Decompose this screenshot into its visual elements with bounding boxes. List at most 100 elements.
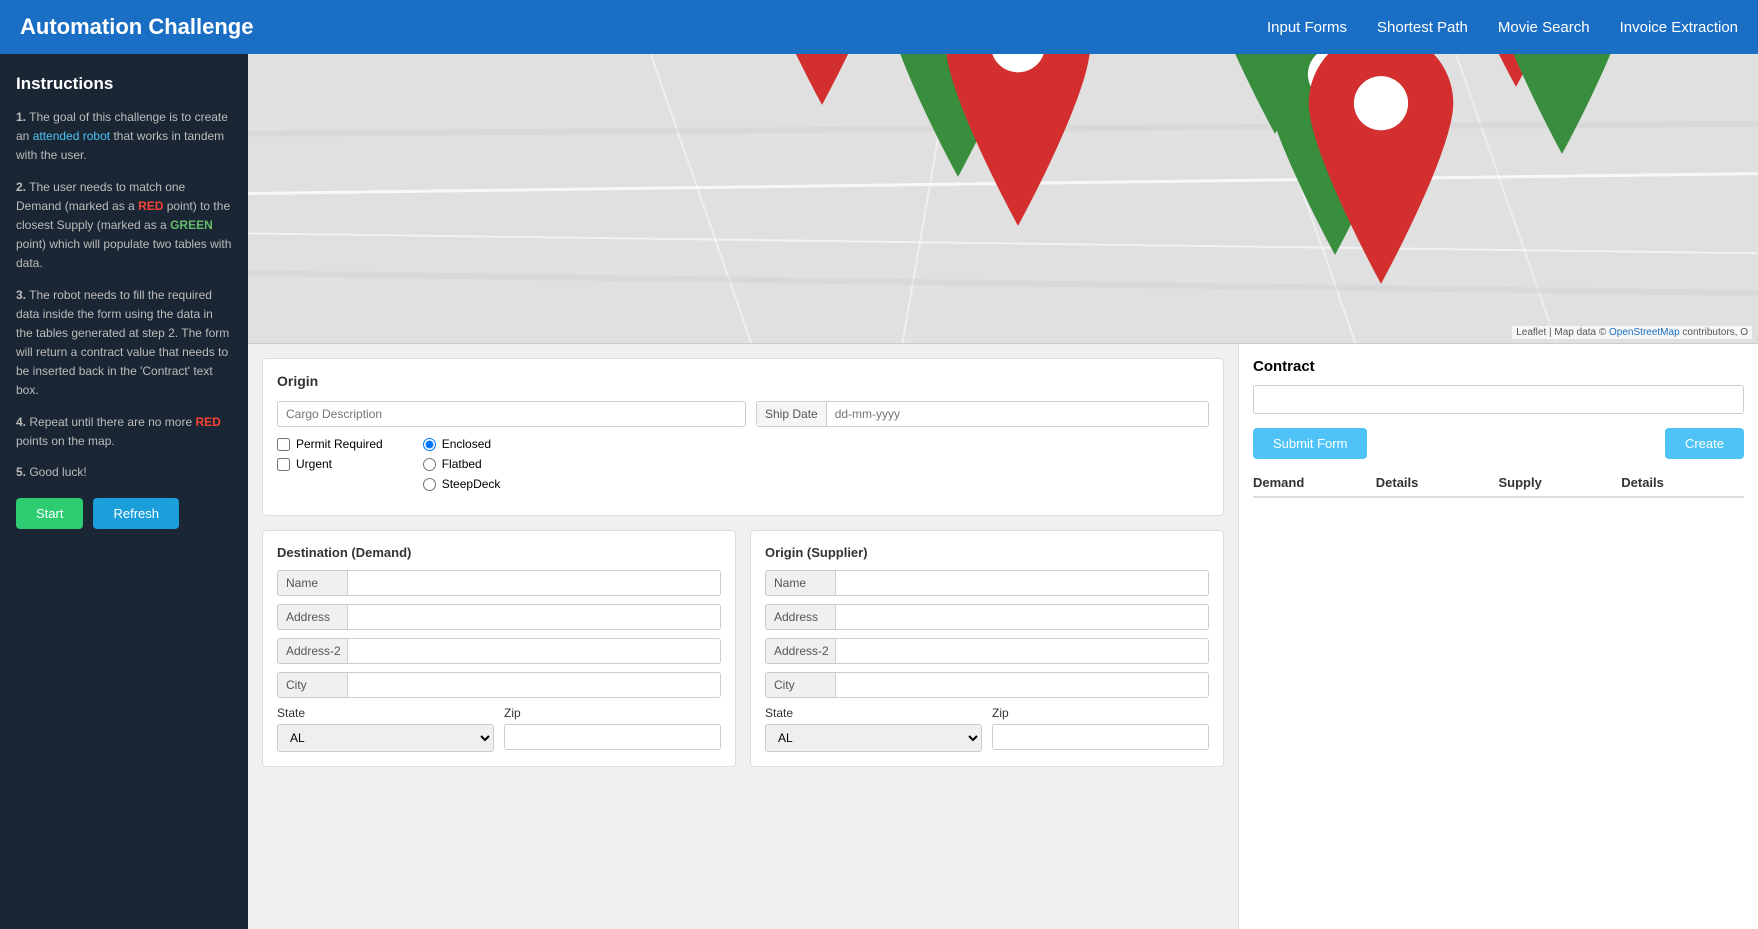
permit-checkbox-input[interactable] (277, 438, 290, 451)
supp-zip-input[interactable] (992, 724, 1209, 750)
supp-city-label: City (765, 672, 835, 698)
flatbed-label: Flatbed (442, 457, 482, 471)
dest-state-select[interactable]: AL AK AZ AR CA (277, 724, 494, 752)
map-container: Leaflet | Map data © OpenStreetMap contr… (248, 54, 1758, 344)
supp-address-label: Address (765, 604, 835, 630)
sidebar-title: Instructions (16, 74, 232, 94)
nav-movie-search[interactable]: Movie Search (1498, 19, 1590, 36)
ship-date-input[interactable] (827, 402, 1208, 426)
supp-zip-label: Zip (992, 706, 1209, 720)
content: Leaflet | Map data © OpenStreetMap contr… (248, 54, 1758, 929)
dest-zip-label: Zip (504, 706, 721, 720)
supp-city-row: City (765, 672, 1209, 698)
permit-required-checkbox[interactable]: Permit Required (277, 437, 383, 451)
main-layout: Instructions 1. The goal of this challen… (0, 54, 1758, 929)
dest-name-row: Name (277, 570, 721, 596)
instruction-4: 4. Repeat until there are no more RED po… (16, 413, 232, 451)
right-panel: Contract Submit Form Create Demand Detai… (1238, 344, 1758, 929)
col-details2-header: Details (1621, 475, 1744, 490)
contract-title: Contract (1253, 358, 1744, 375)
origin-title: Origin (277, 373, 1209, 389)
app-title: Automation Challenge (20, 14, 253, 40)
steepdeck-label: SteepDeck (442, 477, 501, 491)
supp-name-input[interactable] (835, 570, 1209, 596)
robot-highlight: robot (83, 129, 110, 143)
radio-enclosed-input[interactable] (423, 438, 436, 451)
permit-label: Permit Required (296, 437, 383, 451)
contract-input[interactable] (1253, 385, 1744, 414)
supp-state-col: State AL AK AZ AR CA (765, 706, 982, 752)
green-highlight-1: GREEN (170, 218, 213, 232)
radio-steepdeck-input[interactable] (423, 478, 436, 491)
supp-name-label: Name (765, 570, 835, 596)
dest-zip-input[interactable] (504, 724, 721, 750)
refresh-button[interactable]: Refresh (93, 498, 179, 529)
dest-address-label: Address (277, 604, 347, 630)
sidebar: Instructions 1. The goal of this challen… (0, 54, 248, 929)
supp-address2-row: Address-2 (765, 638, 1209, 664)
dest-state-col: State AL AK AZ AR CA (277, 706, 494, 752)
urgent-checkbox[interactable]: Urgent (277, 457, 383, 471)
supplier-section: Origin (Supplier) Name Address Address-2 (750, 530, 1224, 767)
red-highlight-1: RED (138, 199, 163, 213)
instruction-5: 5. Good luck! (16, 463, 232, 482)
origin-row1: Ship Date (277, 401, 1209, 427)
osm-link[interactable]: OpenStreetMap (1609, 327, 1680, 338)
radio-flatbed[interactable]: Flatbed (423, 457, 501, 471)
ship-date-label: Ship Date (757, 402, 827, 426)
col-details-header: Details (1376, 475, 1499, 490)
dest-name-label: Name (277, 570, 347, 596)
transport-radio-group: Enclosed Flatbed SteepDeck (423, 437, 501, 491)
cargo-description-input[interactable] (277, 401, 746, 427)
supp-state-zip-row: State AL AK AZ AR CA Zip (765, 706, 1209, 752)
dest-state-label: State (277, 706, 494, 720)
nav-input-forms[interactable]: Input Forms (1267, 19, 1347, 36)
supp-address2-label: Address-2 (765, 638, 835, 664)
nav-invoice-extraction[interactable]: Invoice Extraction (1620, 19, 1738, 36)
sub-sections: Destination (Demand) Name Address Addres… (262, 530, 1224, 767)
supp-zip-col: Zip (992, 706, 1209, 750)
origin-section: Origin Ship Date (262, 358, 1224, 516)
dest-address2-input[interactable] (347, 638, 721, 664)
instruction-2: 2. The user needs to match one Demand (m… (16, 178, 232, 274)
start-button[interactable]: Start (16, 498, 83, 529)
dest-zip-col: Zip (504, 706, 721, 750)
dest-city-label: City (277, 672, 347, 698)
supp-city-input[interactable] (835, 672, 1209, 698)
supp-state-select[interactable]: AL AK AZ AR CA (765, 724, 982, 752)
dest-state-zip-row: State AL AK AZ AR CA Zip (277, 706, 721, 752)
origin-row2: Permit Required Urgent Enclosed (277, 437, 1209, 491)
supp-state-label: State (765, 706, 982, 720)
destination-section: Destination (Demand) Name Address Addres… (262, 530, 736, 767)
sidebar-buttons: Start Refresh (16, 498, 232, 529)
submit-form-button[interactable]: Submit Form (1253, 428, 1367, 459)
map-background: Leaflet | Map data © OpenStreetMap contr… (248, 54, 1758, 343)
col-supply-header: Supply (1499, 475, 1622, 490)
attended-highlight: attended (33, 129, 80, 143)
supplier-title: Origin (Supplier) (765, 545, 1209, 560)
dest-city-input[interactable] (347, 672, 721, 698)
header: Automation Challenge Input Forms Shortes… (0, 0, 1758, 54)
supp-name-row: Name (765, 570, 1209, 596)
radio-enclosed[interactable]: Enclosed (423, 437, 501, 451)
right-buttons: Submit Form Create (1253, 428, 1744, 459)
map-pin-green-4[interactable] (807, 54, 1758, 190)
supp-address-input[interactable] (835, 604, 1209, 630)
instruction-3: 3. The robot needs to fill the required … (16, 286, 232, 401)
dest-name-input[interactable] (347, 570, 721, 596)
radio-steepdeck[interactable]: SteepDeck (423, 477, 501, 491)
dest-city-row: City (277, 672, 721, 698)
col-demand-header: Demand (1253, 475, 1376, 490)
checkbox-group: Permit Required Urgent (277, 437, 383, 471)
create-button[interactable]: Create (1665, 428, 1744, 459)
supp-address2-input[interactable] (835, 638, 1209, 664)
red-highlight-2: RED (195, 415, 220, 429)
forms-area: Origin Ship Date (248, 344, 1238, 929)
supp-address-row: Address (765, 604, 1209, 630)
leaflet-credit: Leaflet (1516, 327, 1546, 338)
radio-flatbed-input[interactable] (423, 458, 436, 471)
nav-shortest-path[interactable]: Shortest Path (1377, 19, 1468, 36)
map-attribution: Leaflet | Map data © OpenStreetMap contr… (1512, 326, 1752, 339)
dest-address-input[interactable] (347, 604, 721, 630)
urgent-checkbox-input[interactable] (277, 458, 290, 471)
